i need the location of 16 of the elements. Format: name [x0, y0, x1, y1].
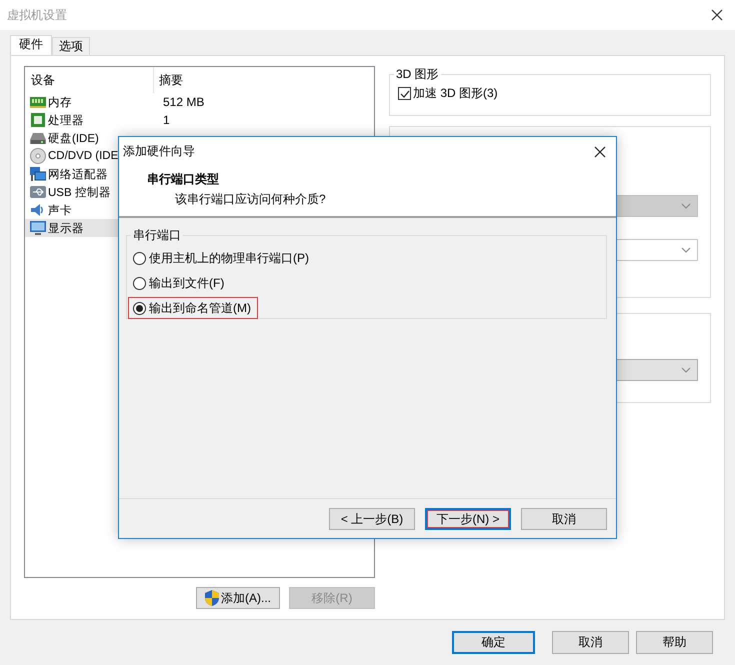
- page-heading: 串行端口类型: [147, 171, 220, 188]
- device-name: 硬盘(IDE): [48, 132, 99, 146]
- device-summary: 512 MB: [163, 95, 204, 109]
- group-title: 3D 图形: [395, 66, 440, 83]
- device-name: 声卡: [48, 204, 72, 218]
- device-name: 显示器: [48, 222, 84, 236]
- window-title: 虚拟机设置: [7, 6, 67, 24]
- device-name: 内存: [48, 96, 72, 110]
- device-name: CD/DVD (IDE: [48, 150, 118, 162]
- device-name: 处理器: [48, 114, 84, 128]
- device-name: 网络适配器: [48, 168, 108, 182]
- page-subheading: 该串行端口应访问何种介质?: [175, 191, 327, 208]
- dialog-title: 添加硬件向导: [123, 143, 195, 160]
- group-title: 串行端口: [132, 227, 182, 244]
- device-name: USB 控制器: [48, 186, 111, 200]
- device-summary: 1: [163, 113, 170, 127]
